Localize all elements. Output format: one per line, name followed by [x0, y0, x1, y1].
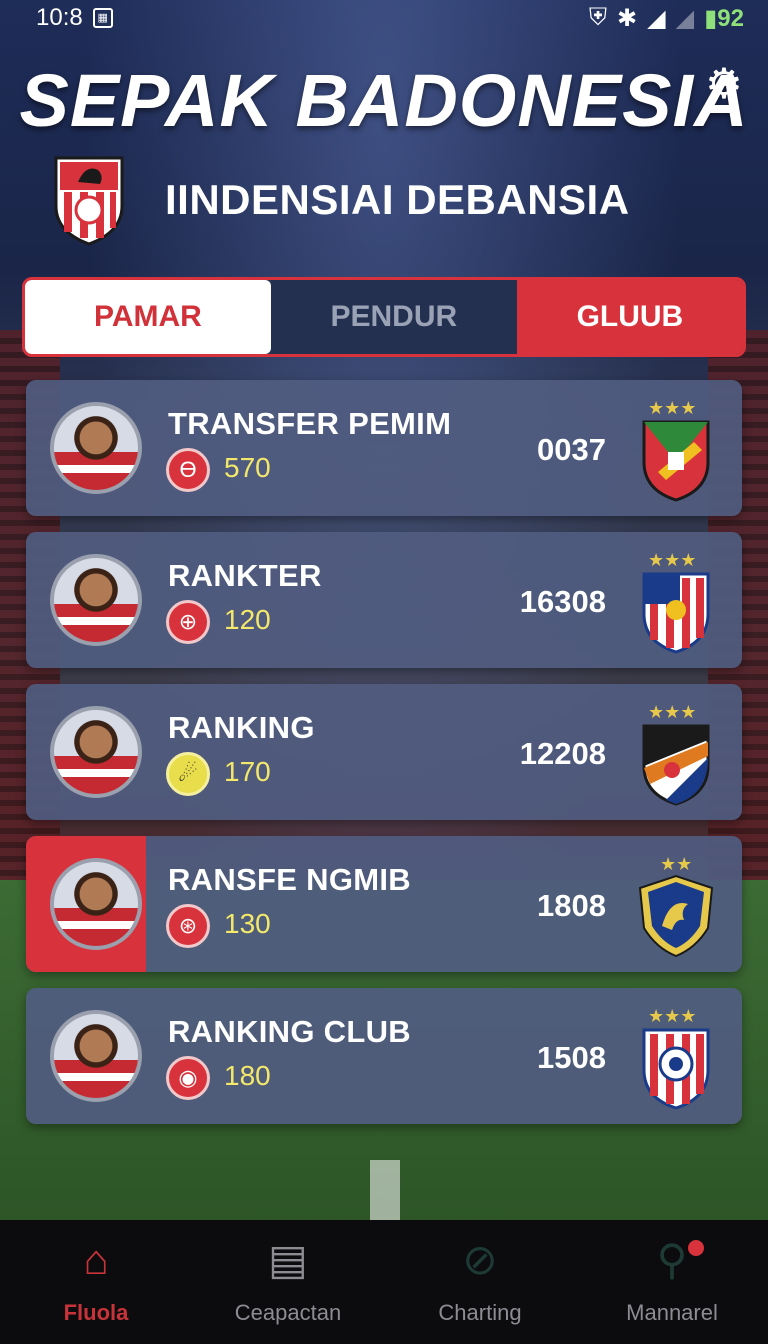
item-title: RANKTER	[168, 558, 322, 593]
club-crest-icon: ★★★	[642, 1006, 710, 1110]
player-avatar	[50, 1010, 142, 1102]
list-item[interactable]: RANKTER ⊕ 120 16308 ★★★	[26, 532, 742, 668]
badge-icon: ◉	[166, 1056, 210, 1100]
bluetooth-icon: ✱	[617, 4, 638, 32]
list-item-highlighted[interactable]: RANSFE NGMIB ⊛ 130 1808 ★★	[26, 836, 742, 972]
nav-label: Fluola	[63, 1300, 129, 1325]
notification-dot	[686, 1238, 706, 1258]
page-subtitle: IINDENSIAI DEBANSIA	[165, 176, 630, 223]
tab-gluub[interactable]: GLUUB	[516, 280, 743, 354]
club-crest-icon: ★★	[638, 854, 714, 958]
badge-icon: ⊕	[166, 600, 210, 644]
shield-icon: ⛨	[589, 4, 608, 31]
player-avatar	[50, 402, 142, 494]
badge-icon: Ɵ	[166, 448, 210, 492]
item-title: RANKING CLUB	[168, 1014, 411, 1049]
item-score: 12208	[519, 736, 606, 771]
item-points: 570	[224, 452, 271, 483]
notification-icon: ▦	[92, 8, 113, 28]
nav-item-search[interactable]: ⚲ Mannarel	[576, 1220, 768, 1344]
nav-label: Ceapactan	[234, 1300, 342, 1325]
app-title: SEPAK BADONESIA	[19, 59, 749, 142]
bottom-nav: ⌂ Fluola ▤ Ceapactan ⊘ Charting ⚲ Mannar…	[0, 1220, 768, 1344]
club-crest-icon: ★★★	[642, 550, 710, 654]
status-time: 10:8	[36, 4, 83, 31]
ranking-list: TRANSFER PEMIM Ɵ 570 0037 ★★★ RANKTER ⊕ …	[26, 380, 742, 1140]
club-crest-icon: ★★★	[642, 702, 710, 806]
tab-pendur[interactable]: PENDUR	[270, 280, 517, 354]
status-bar: 10:8 ▦ ⛨ ✱ ◢ ◢ ▮92	[0, 0, 768, 36]
svg-text:★★★: ★★★	[648, 702, 696, 722]
battery-indicator: ▮92	[704, 4, 744, 32]
svg-text:★★★: ★★★	[648, 1006, 696, 1026]
list-item[interactable]: RANKING CLUB ◉ 180 1508 ★★★	[26, 988, 742, 1124]
signal-weak-icon: ◢	[675, 4, 695, 32]
home-icon: ⌂	[83, 1236, 109, 1283]
player-avatar	[50, 706, 142, 798]
battery-level: 92	[717, 4, 744, 32]
item-title: RANSFE NGMIB	[168, 862, 411, 897]
item-title: TRANSFER PEMIM	[168, 406, 452, 441]
gear-icon[interactable]: ⚙	[702, 62, 746, 106]
item-points: 130	[224, 908, 271, 939]
list-item[interactable]: TRANSFER PEMIM Ɵ 570 0037 ★★★	[26, 380, 742, 516]
tab-pamar[interactable]: PAMAR	[25, 280, 271, 354]
item-score: 16308	[519, 584, 606, 619]
item-points: 180	[224, 1060, 271, 1091]
signal-icon: ◢	[647, 4, 666, 32]
item-score: 1808	[537, 888, 606, 923]
header: ‹ SEPAK BADONESIA ⚙	[0, 50, 768, 150]
list-item[interactable]: RANKING ☄ 170 12208 ★★★	[26, 684, 742, 820]
player-avatar	[50, 554, 142, 646]
nav-item-home[interactable]: ⌂ Fluola	[0, 1220, 192, 1344]
item-points: 120	[224, 604, 271, 635]
svg-text:★★★: ★★★	[648, 550, 696, 570]
club-crest-icon: ★★★	[642, 398, 710, 502]
item-points: 170	[224, 756, 271, 787]
nav-item-document[interactable]: ▤ Ceapactan	[192, 1220, 384, 1344]
svg-text:★★: ★★	[660, 854, 692, 874]
nav-item-charting[interactable]: ⊘ Charting	[384, 1220, 576, 1344]
badge-icon: ⊛	[166, 904, 210, 948]
chart-icon: ⊘	[462, 1236, 498, 1283]
item-score: 0037	[537, 432, 606, 467]
tab-bar: PAMAR PENDUR GLUUB	[22, 277, 746, 357]
svg-text:★★★: ★★★	[648, 398, 696, 418]
item-title: RANKING	[168, 710, 315, 745]
club-crest-logo	[54, 156, 124, 246]
player-avatar	[50, 858, 142, 950]
item-score: 1508	[537, 1040, 606, 1075]
nav-label: Mannarel	[626, 1300, 718, 1325]
badge-icon: ☄	[166, 752, 210, 796]
document-icon: ▤	[268, 1236, 308, 1283]
nav-label: Charting	[438, 1300, 522, 1325]
